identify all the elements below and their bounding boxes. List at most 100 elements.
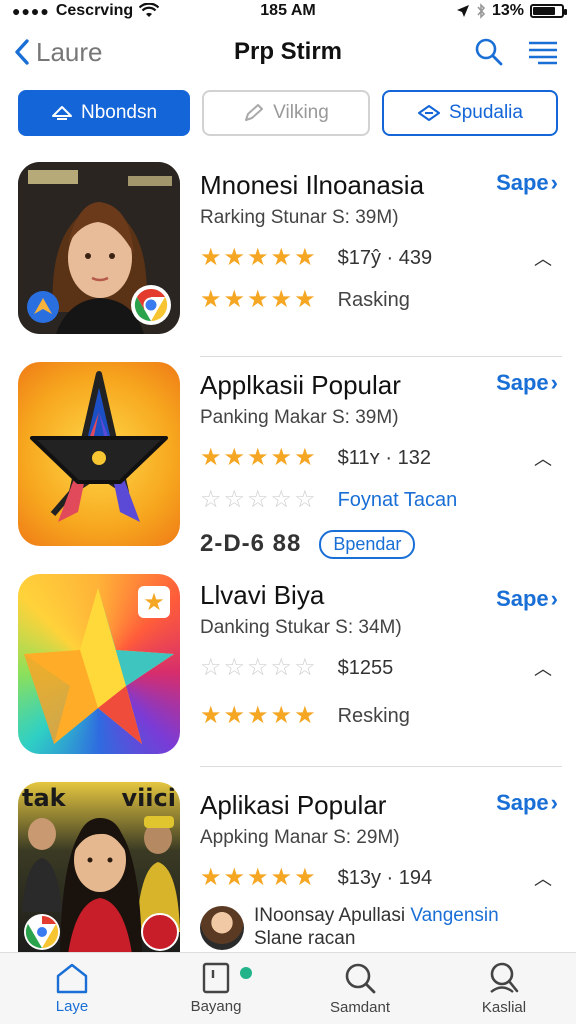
chevron-up-icon[interactable]: ︿: [534, 865, 552, 891]
menu-icon[interactable]: [528, 39, 558, 65]
get-button[interactable]: Sape ›: [496, 370, 558, 396]
star-empty-icon: ☆: [294, 654, 316, 681]
star-filled-icon: ★: [223, 244, 246, 271]
rating-stars: ☆ ☆ ☆ ☆ ☆: [200, 656, 316, 680]
chrome-icon: [131, 285, 171, 325]
tab-label: Bayang: [190, 998, 242, 1015]
rating-stars: ★ ★ ★ ★ ★: [200, 866, 316, 890]
developer-link[interactable]: Vangensin: [410, 905, 498, 926]
get-label: Sape: [496, 790, 549, 815]
app-subtitle: Panking Makar S: 39M): [200, 407, 399, 428]
get-button[interactable]: Sape ›: [496, 170, 558, 196]
search-icon: [345, 963, 376, 994]
tab-label: Samdant: [329, 999, 391, 1016]
back-button[interactable]: Laure: [14, 37, 103, 68]
search-icon[interactable]: [474, 37, 504, 67]
star-filled-icon: ★: [247, 864, 269, 891]
star-filled-icon: ★: [247, 444, 269, 471]
back-label: Laure: [36, 36, 103, 67]
tab-laye[interactable]: Laye: [0, 953, 144, 1024]
developer-subtitle: Slane racan: [254, 927, 356, 949]
star-filled-icon: ★: [270, 244, 293, 271]
app-tag[interactable]: Bpendar: [319, 529, 416, 559]
app-price: $1255: [337, 656, 394, 679]
developer-name: INoonsay Apullasi: [254, 905, 406, 926]
app-subtitle: Appking Manar S: 29M): [200, 827, 400, 848]
app-code: 2-D-6 88: [200, 530, 302, 557]
pill-vilking[interactable]: Vilking: [202, 90, 370, 136]
get-label: Sape: [496, 370, 549, 395]
app-thumbnail: [18, 162, 180, 334]
star-filled-icon: ★: [247, 702, 269, 729]
pill-nbondsn[interactable]: Nbondsn: [18, 90, 190, 136]
star-filled-icon: ★: [223, 702, 246, 729]
star-empty-icon: ☆: [223, 486, 246, 513]
tag-icon: [51, 106, 72, 120]
chevron-right-icon: ›: [550, 170, 558, 195]
notification-dot: [240, 967, 252, 979]
pill-label: Vilking: [273, 102, 329, 123]
star-filled-icon: ★: [294, 244, 316, 271]
star-empty-icon: ☆: [200, 486, 222, 513]
bluetooth-icon: [477, 3, 486, 19]
pill-label: Spudalia: [449, 102, 523, 123]
battery-icon: [530, 4, 567, 18]
rating-stars: ★ ★ ★ ★ ★: [200, 246, 316, 270]
poster-text-left: tak: [22, 784, 66, 812]
get-label: Sape: [496, 170, 549, 195]
developer-row[interactable]: INoonsay Apullasi Vangensin Slane racan: [200, 905, 562, 951]
rating-label: Rasking: [337, 288, 410, 311]
star-filled-icon: ★: [200, 444, 222, 471]
app-price: $13y · 194: [337, 866, 433, 889]
star-filled-icon: ★: [270, 702, 293, 729]
star-filled-icon: ★: [270, 864, 293, 891]
get-button[interactable]: Sape ›: [496, 586, 558, 612]
star-filled-icon: ★: [200, 702, 222, 729]
app-badge-icon: [27, 291, 59, 323]
battery-percent: 13%: [491, 2, 524, 19]
tab-kaslial[interactable]: Kaslial: [432, 953, 576, 1024]
favorite-star-icon: ★: [138, 586, 170, 618]
tag-icon: [418, 105, 441, 121]
divider: [200, 356, 562, 357]
chevron-up-icon[interactable]: ︿: [534, 655, 552, 681]
star-filled-icon: ★: [270, 286, 293, 313]
star-filled-icon: ★: [294, 702, 316, 729]
app-thumbnail: ★: [18, 574, 180, 754]
account-search-icon: [490, 962, 519, 993]
pill-spudalia[interactable]: Spudalia: [382, 90, 558, 136]
chevron-right-icon: ›: [550, 370, 558, 395]
get-button[interactable]: Sape ›: [496, 790, 558, 816]
pencil-icon: [245, 104, 264, 121]
rating-label: Resking: [337, 704, 410, 727]
star-filled-icon: ★: [294, 286, 316, 313]
star-filled-icon: ★: [294, 864, 316, 891]
star-filled-icon: ★: [294, 444, 316, 471]
star-empty-icon: ☆: [270, 654, 293, 681]
star-empty-icon: ☆: [247, 654, 269, 681]
app-thumbnail: tak viici: [18, 782, 180, 954]
chevron-up-icon[interactable]: ︿: [534, 445, 552, 471]
get-label: Sape: [496, 586, 549, 611]
star-filled-icon: ★: [223, 864, 246, 891]
star-empty-icon: ☆: [223, 654, 246, 681]
chevron-left-icon: [15, 39, 29, 65]
tab-samdant[interactable]: Samdant: [288, 953, 432, 1024]
star-filled-icon: ★: [247, 244, 269, 271]
home-icon: [56, 963, 88, 994]
chevron-up-icon[interactable]: ︿: [534, 245, 552, 271]
app-thumbnail: [18, 362, 180, 546]
tab-bayang[interactable]: Bayang: [144, 953, 288, 1024]
star-filled-icon: ★: [223, 444, 246, 471]
chevron-right-icon: ›: [550, 586, 558, 611]
app-price: $17ŷ · 439: [337, 246, 433, 269]
star-empty-icon: ☆: [270, 486, 293, 513]
star-filled-icon: ★: [200, 864, 222, 891]
pill-label: Nbondsn: [80, 102, 158, 123]
star-filled-icon: ★: [200, 286, 222, 313]
status-bar: ●●●● Cescrving 185 AM 13%: [0, 0, 576, 22]
star-logo-icon: [30, 371, 168, 522]
rating-stars: ★ ★ ★ ★ ★: [200, 446, 316, 470]
star-empty-icon: ☆: [247, 486, 269, 513]
rating-label[interactable]: Foynat Tacan: [338, 489, 458, 512]
